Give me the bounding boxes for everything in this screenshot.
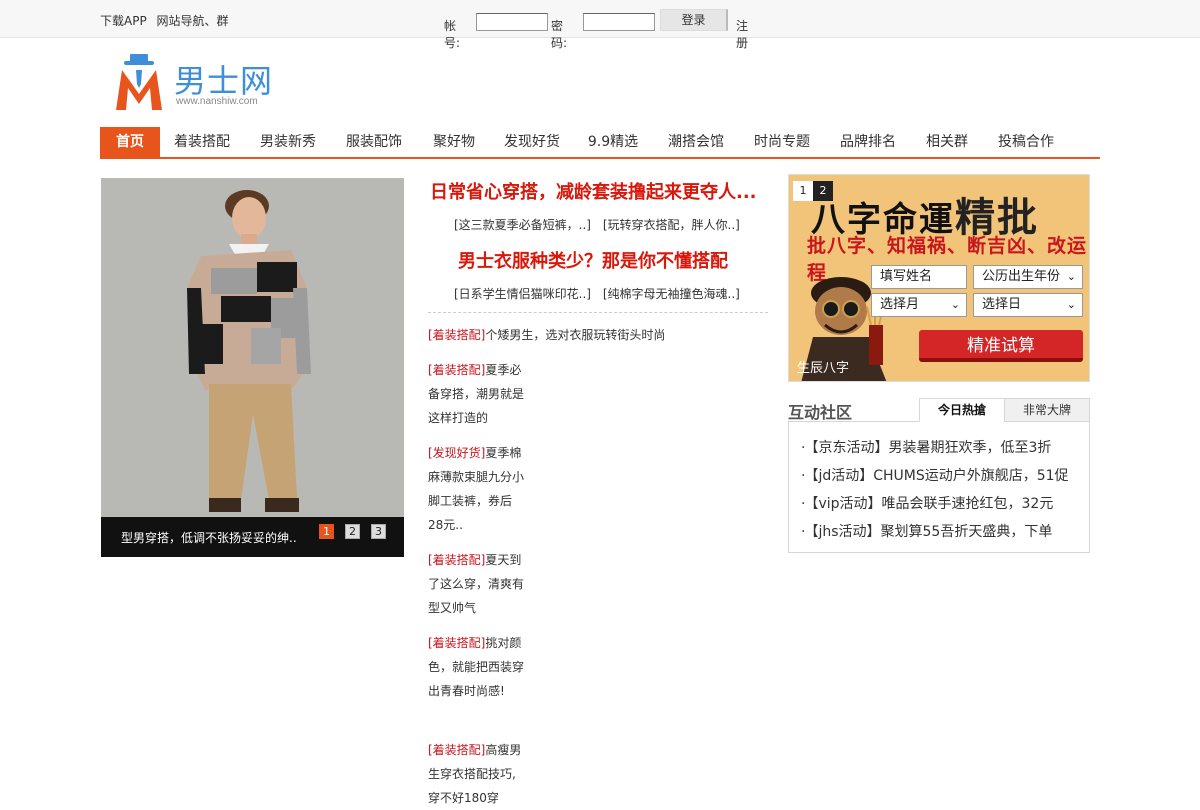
- chevron-down-icon: ⌄: [1066, 298, 1076, 311]
- ad-page-1[interactable]: 1: [793, 181, 813, 201]
- logo-mark-icon: [116, 54, 162, 110]
- register-link[interactable]: 注册: [736, 17, 748, 51]
- slide-caption-bar: 型男穿搭，低调不张扬妥妥的绅.. 1 2 3: [101, 517, 404, 557]
- list-item[interactable]: [着装搭配]高瘦男生穿衣搭配技巧,穿不好180穿: [428, 738, 524, 810]
- chevron-down-icon: ⌄: [950, 298, 960, 311]
- birth-year-label: 公历出生年份: [982, 269, 1061, 284]
- calculate-button[interactable]: 精准试算: [919, 330, 1083, 362]
- bullet-icon: ·: [801, 468, 806, 484]
- headline-1[interactable]: 日常省心穿搭，减龄套装撸起来更夺人...: [430, 178, 757, 204]
- community-item-text[interactable]: 【jd活动】CHUMS运动户外旗舰店，51促: [811, 468, 1068, 484]
- top-bar: 下载APP 网站导航、群 帐号: 密码: 登录 注册: [0, 0, 1200, 50]
- list-item-tag[interactable]: [着装搭配]: [428, 743, 485, 757]
- slide-caption-text[interactable]: 型男穿搭，低调不张扬妥妥的绅..: [121, 529, 311, 546]
- community-item[interactable]: · 【vip活动】唯品会联手速抢红包，32元: [801, 490, 1081, 518]
- nav-item-discover[interactable]: 发现好货: [500, 127, 564, 157]
- nav-item-trend-hall[interactable]: 潮搭会馆: [664, 127, 728, 157]
- nav-item-new-menswear[interactable]: 男装新秀: [256, 127, 320, 157]
- community-item-text[interactable]: 【京东活动】男装暑期狂欢季，低至3折: [811, 440, 1051, 456]
- sublinks-1: [这三款夏季必备短裤，..] [玩转穿衣搭配，胖人你..]: [450, 216, 744, 233]
- sublinks-2: [日系学生情侣猫咪印花..] [纯棉字母无袖撞色海魂..]: [450, 285, 744, 302]
- month-label: 选择月: [880, 297, 920, 312]
- tab-big-brands[interactable]: 非常大牌: [1004, 398, 1090, 422]
- list-item-tag[interactable]: [着装搭配]: [428, 363, 485, 377]
- bullet-icon: ·: [801, 440, 806, 456]
- nav-item-home[interactable]: 首页: [100, 127, 160, 157]
- account-label: 帐号:: [444, 19, 461, 50]
- list-item[interactable]: [发现好货]夏季棉麻薄款束腿九分小脚工装裤，券后28元..: [428, 441, 524, 537]
- community-item[interactable]: · 【jhs活动】聚划算55吾折天盛典，下单: [801, 518, 1081, 546]
- slide-page-2[interactable]: 2: [345, 524, 360, 539]
- divider: [428, 312, 768, 313]
- birth-year-select[interactable]: 公历出生年份 ⌄: [973, 265, 1083, 289]
- chevron-down-icon: ⌄: [1066, 270, 1076, 283]
- tab-today-hot[interactable]: 今日热搶: [919, 398, 1005, 422]
- community-item[interactable]: · 【jd活动】CHUMS运动户外旗舰店，51促: [801, 462, 1081, 490]
- main-nav: 首页 着装搭配 男装新秀 服装配饰 聚好物 发现好货 9.9精选 潮搭会馆 时尚…: [100, 127, 1100, 159]
- group-link[interactable]: 、群: [205, 14, 229, 28]
- name-field[interactable]: 填写姓名: [871, 265, 967, 289]
- list-item-tag[interactable]: [着装搭配]: [428, 636, 485, 650]
- top-links: 下载APP 网站导航、群: [100, 12, 235, 29]
- password-input[interactable]: [583, 13, 655, 31]
- list-item[interactable]: [着装搭配]个矮男生，选对衣服玩转街头时尚: [428, 323, 728, 347]
- password-label: 密码:: [551, 19, 568, 50]
- nav-item-brand-rank[interactable]: 品牌排名: [836, 127, 900, 157]
- ad-footer-text: 生辰八字: [797, 361, 850, 376]
- community-item[interactable]: · 【京东活动】男装暑期狂欢季，低至3折: [801, 434, 1081, 462]
- month-select[interactable]: 选择月 ⌄: [871, 293, 967, 317]
- list-item[interactable]: [着装搭配]夏季必备穿搭，潮男就是这样打造的: [428, 358, 524, 430]
- account-input[interactable]: [476, 13, 548, 31]
- site-nav-link[interactable]: 网站导航: [157, 14, 205, 28]
- list-item-tag[interactable]: [着装搭配]: [428, 553, 485, 567]
- day-label: 选择日: [982, 297, 1022, 312]
- list-item-tag[interactable]: [着装搭配]: [428, 328, 485, 342]
- day-select[interactable]: 选择日 ⌄: [973, 293, 1083, 317]
- nav-item-outfit[interactable]: 着装搭配: [170, 127, 234, 157]
- download-app-link[interactable]: 下载APP: [100, 14, 147, 28]
- headline-2[interactable]: 男士衣服种类少？那是你不懂搭配: [458, 247, 728, 273]
- bazi-ad-banner[interactable]: 1 2 八字命運精批 批八字、知福祸、断吉凶、改运程 填写姓名 公历出生年份 ⌄ …: [788, 174, 1090, 382]
- nav-item-deals[interactable]: 9.9精选: [584, 127, 642, 157]
- slide-photo[interactable]: [101, 178, 404, 518]
- list-item[interactable]: [着装搭配]挑对颜色，就能把西装穿出青春时尚感!: [428, 631, 524, 703]
- community-panel: 互动社区 · 【京东活动】男装暑期狂欢季，低至3折 · 【jd活动】CHUMS运动户…: [788, 397, 1090, 553]
- bullet-icon: ·: [801, 496, 806, 512]
- community-item-text[interactable]: 【vip活动】唯品会联手速抢红包，32元: [811, 496, 1053, 512]
- login-button[interactable]: 登录: [660, 9, 728, 31]
- community-item-text[interactable]: 【jhs活动】聚划算55吾折天盛典，下单: [811, 524, 1052, 540]
- nav-item-accessories[interactable]: 服装配饰: [342, 127, 406, 157]
- sublink[interactable]: [纯棉字母无袖撞色海魂..]: [603, 287, 740, 301]
- slideshow[interactable]: 型男穿搭，低调不张扬妥妥的绅.. 1 2 3: [101, 178, 404, 557]
- nav-item-good-stuff[interactable]: 聚好物: [426, 127, 482, 157]
- list-item-title[interactable]: 个矮男生，选对衣服玩转街头时尚: [485, 328, 665, 342]
- list-item-tag[interactable]: [发现好货]: [428, 446, 485, 460]
- sublink[interactable]: [这三款夏季必备短裤，..]: [454, 218, 591, 232]
- slide-page-1[interactable]: 1: [319, 524, 334, 539]
- community-title: 互动社区: [788, 403, 853, 422]
- sublink[interactable]: [日系学生情侣猫咪印花..]: [454, 287, 591, 301]
- slide-page-3[interactable]: 3: [371, 524, 386, 539]
- nav-item-topics[interactable]: 时尚专题: [750, 127, 814, 157]
- sublink[interactable]: [玩转穿衣搭配，胖人你..]: [603, 218, 740, 232]
- nav-item-groups[interactable]: 相关群: [922, 127, 972, 157]
- logo-url: www.nanshiw.com: [176, 96, 258, 107]
- list-item[interactable]: [着装搭配]夏天到了这么穿，清爽有型又帅气: [428, 548, 524, 620]
- nav-item-contribute[interactable]: 投稿合作: [994, 127, 1058, 157]
- bullet-icon: ·: [801, 524, 806, 540]
- site-logo[interactable]: 男士网 www.nanshiw.com: [116, 54, 286, 112]
- community-list-box: · 【京东活动】男装暑期狂欢季，低至3折 · 【jd活动】CHUMS运动户外旗舰店，…: [788, 421, 1090, 553]
